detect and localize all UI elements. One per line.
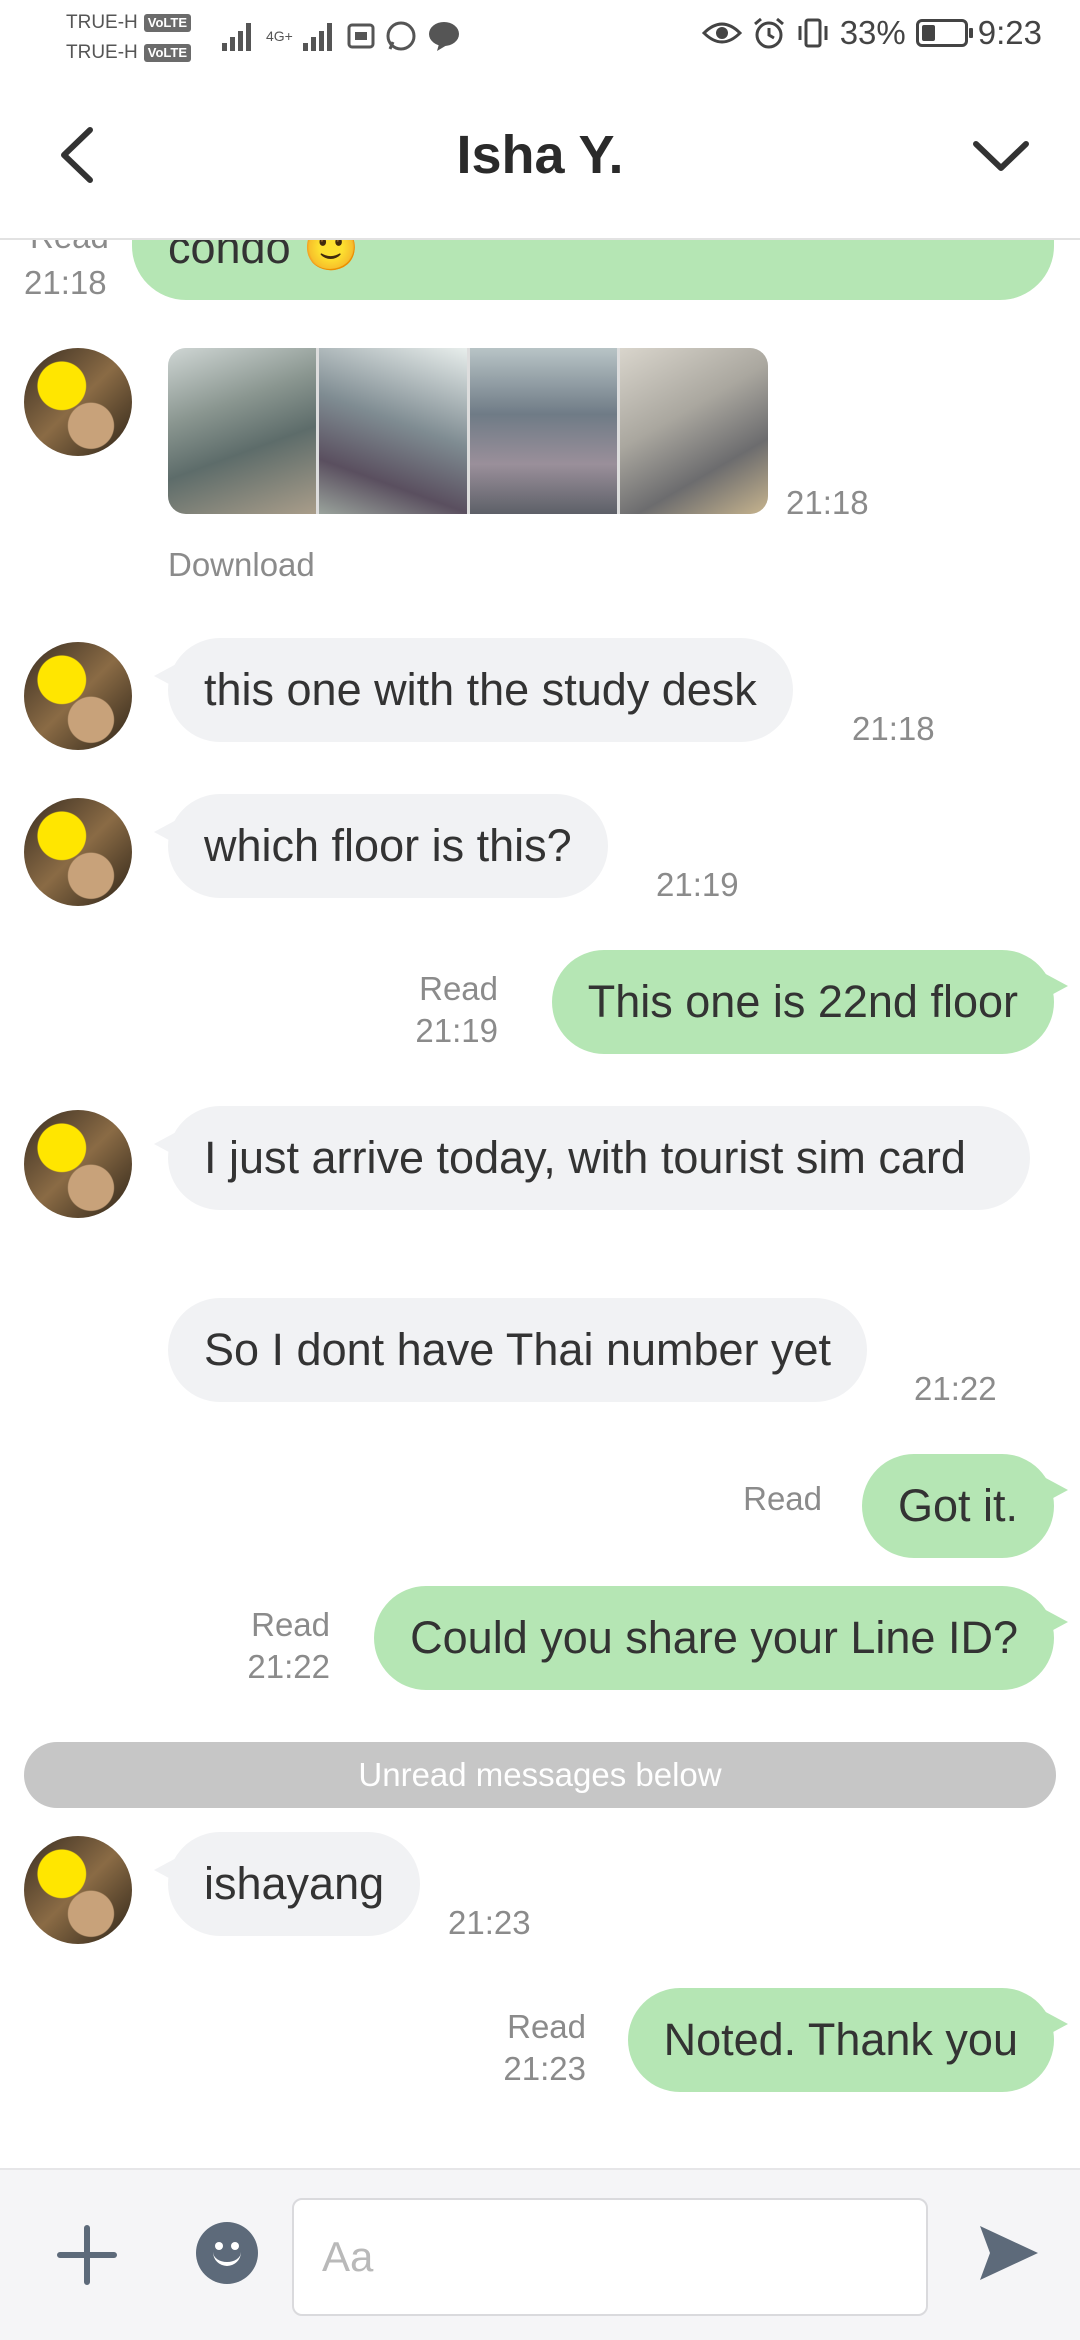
unread-divider: Unread messages below bbox=[24, 1742, 1056, 1808]
whatsapp-icon bbox=[386, 21, 416, 51]
emoji-eye bbox=[231, 2242, 239, 2250]
vibrate-icon bbox=[798, 18, 828, 48]
message-bubble-outgoing[interactable]: Could you share your Line ID? bbox=[374, 1586, 1068, 1690]
emoji-icon[interactable] bbox=[196, 2222, 258, 2284]
avatar[interactable] bbox=[24, 1836, 132, 1944]
message-bubble-outgoing[interactable]: Noted. Thank you bbox=[627, 1988, 1069, 2092]
read-status: Read bbox=[30, 240, 109, 258]
photo-thumbnail[interactable] bbox=[318, 348, 467, 514]
message-time: 21:22 bbox=[914, 1370, 997, 1407]
photo-grid[interactable] bbox=[168, 348, 768, 514]
message-time: 21:23 bbox=[503, 2050, 586, 2087]
message-composer bbox=[0, 2168, 1080, 2340]
sim-card-icon bbox=[347, 23, 375, 49]
chat-title[interactable]: Isha Y. bbox=[0, 124, 1080, 186]
read-status: Read bbox=[743, 1480, 822, 1517]
photo-thumbnail[interactable] bbox=[469, 348, 618, 514]
chat-header: Isha Y. bbox=[0, 78, 1080, 240]
avatar[interactable] bbox=[24, 642, 132, 750]
status-bar: TRUE-H VoLTE TRUE-H VoLTE 4G+ 33% 9:23 bbox=[0, 0, 1080, 78]
message-bubble-incoming[interactable]: So I dont have Thai number yet bbox=[168, 1298, 868, 1402]
photo-thumbnail[interactable] bbox=[168, 348, 316, 514]
alarm-icon bbox=[753, 17, 784, 49]
message-time: 21:18 bbox=[24, 264, 107, 301]
emoji-eye bbox=[215, 2242, 223, 2250]
avatar[interactable] bbox=[24, 798, 132, 906]
message-bubble-incoming[interactable]: which floor is this? bbox=[154, 794, 608, 898]
message-bubble-incoming[interactable]: this one with the study desk bbox=[154, 638, 793, 742]
emoji-mouth bbox=[213, 2252, 241, 2266]
battery-percent: 33% bbox=[839, 14, 906, 51]
carrier-2-label: TRUE-H bbox=[66, 42, 138, 63]
read-status: Read bbox=[507, 2008, 586, 2045]
avatar[interactable] bbox=[24, 1110, 132, 1218]
volte-badge-2: VoLTE bbox=[143, 44, 192, 62]
message-time: 21:18 bbox=[786, 484, 869, 521]
download-link[interactable]: Download bbox=[168, 546, 315, 584]
message-list[interactable]: condo 🙂 Read 21:18 21:18 Download this o… bbox=[0, 240, 1080, 2168]
carrier-1-label: TRUE-H bbox=[66, 12, 138, 33]
read-status: Read bbox=[419, 970, 498, 1007]
message-bubble-outgoing[interactable]: condo 🙂 bbox=[132, 240, 1054, 300]
signal-icons: 4G+ bbox=[222, 20, 461, 52]
message-bubble-incoming[interactable]: I just arrive today, with tourist sim ca… bbox=[154, 1106, 1030, 1210]
carrier-info: TRUE-H VoLTE TRUE-H VoLTE bbox=[66, 8, 192, 68]
send-icon[interactable] bbox=[974, 2218, 1044, 2288]
plus-icon[interactable] bbox=[54, 2222, 120, 2288]
message-bubble-outgoing[interactable]: Got it. bbox=[861, 1454, 1069, 1558]
network-type-label: 4G+ bbox=[266, 28, 293, 44]
signal-strength-icon bbox=[222, 23, 251, 51]
read-status: Read bbox=[251, 1606, 330, 1643]
message-time: 21:19 bbox=[415, 1012, 498, 1049]
photo-thumbnail[interactable] bbox=[620, 348, 768, 514]
status-right: 33% 9:23 bbox=[701, 14, 1042, 52]
message-input[interactable] bbox=[292, 2198, 928, 2316]
chevron-down-icon[interactable] bbox=[968, 126, 1034, 186]
line-app-icon bbox=[428, 22, 459, 51]
message-time: 21:22 bbox=[247, 1648, 330, 1685]
battery-fill bbox=[921, 25, 935, 41]
message-bubble-outgoing[interactable]: This one is 22nd floor bbox=[551, 950, 1069, 1054]
eye-icon bbox=[701, 22, 742, 44]
signal-strength-2-icon bbox=[302, 23, 332, 51]
message-time: 21:19 bbox=[656, 866, 739, 903]
message-time: 21:18 bbox=[852, 710, 935, 747]
clock: 9:23 bbox=[977, 14, 1042, 51]
message-time: 21:23 bbox=[448, 1904, 531, 1941]
message-bubble-incoming[interactable]: ishayang bbox=[153, 1832, 421, 1936]
volte-badge: VoLTE bbox=[143, 14, 192, 32]
avatar[interactable] bbox=[24, 348, 132, 456]
battery-icon bbox=[915, 19, 973, 47]
